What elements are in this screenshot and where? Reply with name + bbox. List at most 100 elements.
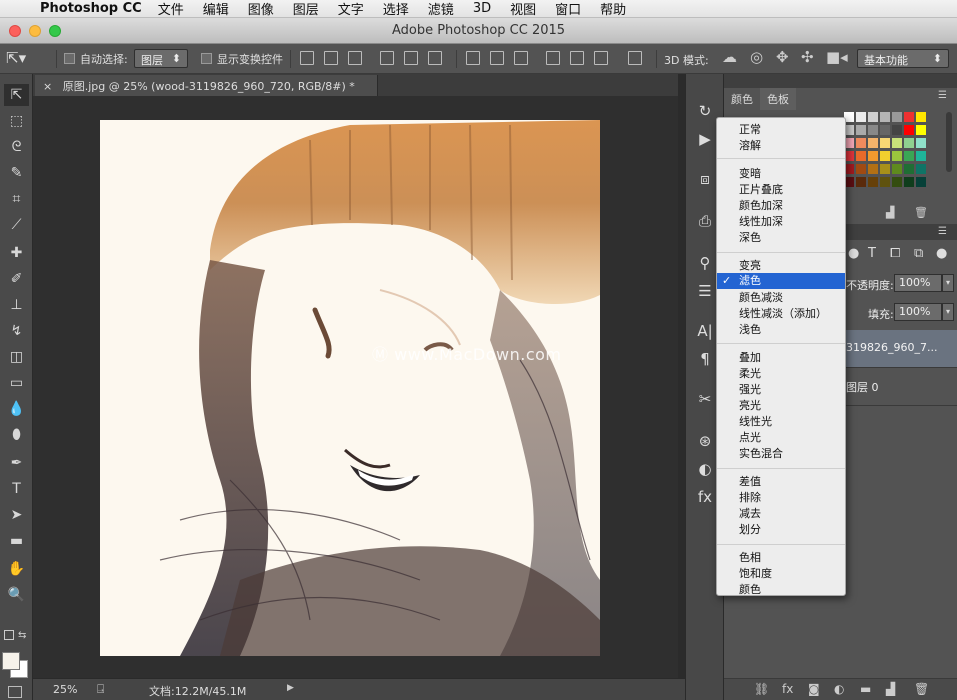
libraries-panel-icon[interactable]: ⊛	[694, 430, 716, 452]
blend-color-dodge[interactable]: 颜色减淡	[739, 290, 783, 306]
menu-view[interactable]: 视图	[510, 0, 536, 18]
filter-toggle-icon[interactable]: ●	[936, 246, 947, 261]
share-icon[interactable]: ⍈	[97, 682, 104, 697]
pen-tool-icon[interactable]: ✒	[4, 452, 29, 474]
brush-tool-icon[interactable]: ✐	[4, 268, 29, 290]
align-top-icon[interactable]	[300, 51, 314, 65]
show-transform-checkbox[interactable]	[201, 51, 212, 64]
dodge-tool-icon[interactable]: ⬮	[4, 424, 29, 446]
blend-subtract[interactable]: 减去	[739, 506, 761, 522]
distribute-bottom-icon[interactable]	[514, 51, 528, 65]
status-menu-arrow-icon[interactable]: ▶	[287, 683, 294, 693]
blend-vivid-light[interactable]: 亮光	[739, 398, 761, 414]
blend-darken[interactable]: 变暗	[739, 166, 761, 182]
blend-linear-light[interactable]: 线性光	[739, 414, 772, 430]
document-tab[interactable]: × 原图.jpg @ 25% (wood-3119826_960_720, RG…	[35, 75, 378, 96]
panel-menu-icon[interactable]: ☰	[938, 90, 947, 101]
filter-shape-icon[interactable]: ⧠	[890, 246, 900, 261]
shape-tool-icon[interactable]: ▬	[4, 530, 29, 552]
3d-pan-icon[interactable]: ✥	[776, 48, 789, 66]
menu-file[interactable]: 文件	[158, 0, 184, 18]
tab-color[interactable]: 颜色	[724, 88, 760, 110]
quick-mask-icon[interactable]	[8, 686, 22, 698]
blend-hard-mix[interactable]: 实色混合	[739, 446, 783, 462]
blend-screen[interactable]: 滤色	[739, 273, 761, 289]
3d-roll-icon[interactable]: ◎	[750, 48, 763, 66]
menu-filter[interactable]: 滤镜	[428, 0, 454, 18]
blend-linear-dodge[interactable]: 线性减淡（添加）	[739, 306, 827, 322]
move-tool-preset-icon[interactable]: ⇱▾	[6, 49, 26, 67]
auto-select-checkbox[interactable]	[64, 51, 75, 64]
blend-overlay[interactable]: 叠加	[739, 350, 761, 366]
blend-hue[interactable]: 色相	[739, 550, 761, 566]
eyedropper-tool-icon[interactable]: ⟋	[4, 214, 29, 236]
menu-image[interactable]: 图像	[248, 0, 274, 18]
zoom-level[interactable]: 25%	[53, 683, 77, 696]
menu-select[interactable]: 选择	[383, 0, 409, 18]
blend-darker-color[interactable]: 深色	[739, 230, 761, 246]
filter-type-icon[interactable]: T	[868, 246, 876, 261]
tab-swatches[interactable]: 色板	[760, 88, 796, 110]
history-panel-icon[interactable]: ↻	[694, 100, 716, 122]
new-group-icon[interactable]: ▬	[860, 682, 871, 696]
tool-presets-icon[interactable]: ✂	[694, 388, 716, 410]
panel-menu-icon[interactable]: ☰	[938, 226, 947, 237]
actions-panel-icon[interactable]: ▶	[694, 128, 716, 150]
blend-lighter-color[interactable]: 浅色	[739, 322, 761, 338]
align-right-icon[interactable]	[428, 51, 442, 65]
blend-lighten[interactable]: 变亮	[739, 258, 761, 274]
adjustments-panel-icon[interactable]: ◐	[694, 458, 716, 480]
marquee-tool-icon[interactable]: ⬚	[4, 110, 29, 132]
fill-dropdown-icon[interactable]: ▾	[942, 303, 954, 321]
align-hcenter-icon[interactable]	[404, 51, 418, 65]
distribute-vcenter-icon[interactable]	[490, 51, 504, 65]
swatches-scrollbar[interactable]	[946, 112, 952, 172]
opacity-dropdown-icon[interactable]: ▾	[942, 274, 954, 292]
fill-input[interactable]: 100%	[894, 303, 942, 321]
paragraph-panel-icon[interactable]: ¶	[694, 348, 716, 370]
blend-saturation[interactable]: 饱和度	[739, 566, 772, 582]
lasso-tool-icon[interactable]: ᘓ	[4, 136, 29, 158]
path-select-tool-icon[interactable]: ➤	[4, 504, 29, 526]
hand-tool-icon[interactable]: ✋	[4, 558, 29, 580]
delete-swatch-icon[interactable]: 🗑	[914, 206, 928, 219]
clone-source-panel-icon[interactable]: ⎙	[694, 210, 716, 232]
menu-edit[interactable]: 编辑	[203, 0, 229, 18]
blend-difference[interactable]: 差值	[739, 474, 761, 490]
swap-colors-icon[interactable]: ⇆	[18, 630, 26, 641]
blend-exclusion[interactable]: 排除	[739, 490, 761, 506]
blend-normal[interactable]: 正常	[739, 122, 761, 138]
app-menu[interactable]: Photoshop CC	[40, 1, 142, 16]
3d-slide-icon[interactable]: ✣	[801, 48, 814, 66]
document-canvas-image[interactable]	[100, 120, 600, 656]
delete-layer-icon[interactable]: 🗑	[914, 682, 929, 696]
menu-3d[interactable]: 3D	[473, 1, 491, 16]
menu-help[interactable]: 帮助	[600, 0, 626, 18]
adjustment-layer-icon[interactable]: ◐	[834, 682, 844, 696]
history-brush-tool-icon[interactable]: ↯	[4, 320, 29, 342]
add-style-icon[interactable]: fx	[782, 682, 793, 696]
distribute-left-icon[interactable]	[546, 51, 560, 65]
stamp-tool-icon[interactable]: ⊥	[4, 294, 29, 316]
styles-panel-icon[interactable]: fx	[694, 486, 716, 508]
crop-tool-icon[interactable]: ⌗	[4, 188, 29, 210]
blend-hard-light[interactable]: 强光	[739, 382, 761, 398]
brush-panel-icon[interactable]: ⚲	[694, 252, 716, 274]
eraser-tool-icon[interactable]: ◫	[4, 346, 29, 368]
blend-divide[interactable]: 划分	[739, 522, 761, 538]
blend-multiply[interactable]: 正片叠底	[739, 182, 783, 198]
blend-color-burn[interactable]: 颜色加深	[739, 198, 783, 214]
distribute-right-icon[interactable]	[594, 51, 608, 65]
blend-color[interactable]: 颜色	[739, 582, 761, 598]
gradient-tool-icon[interactable]: ▭	[4, 372, 29, 394]
align-bottom-icon[interactable]	[348, 51, 362, 65]
zoom-tool-icon[interactable]: 🔍	[4, 584, 29, 606]
menu-layer[interactable]: 图层	[293, 0, 319, 18]
new-layer-icon[interactable]: ▟	[886, 682, 895, 696]
foreground-color-swatch[interactable]	[2, 652, 20, 670]
blend-mode-menu[interactable]: 正常 溶解 变暗 正片叠底 颜色加深 线性加深 深色 变亮 ✓ 滤色 颜色减淡 …	[716, 117, 846, 596]
swatches-grid[interactable]	[844, 112, 944, 202]
menu-type[interactable]: 文字	[338, 0, 364, 18]
distribute-hcenter-icon[interactable]	[570, 51, 584, 65]
close-tab-icon[interactable]: ×	[43, 80, 52, 93]
